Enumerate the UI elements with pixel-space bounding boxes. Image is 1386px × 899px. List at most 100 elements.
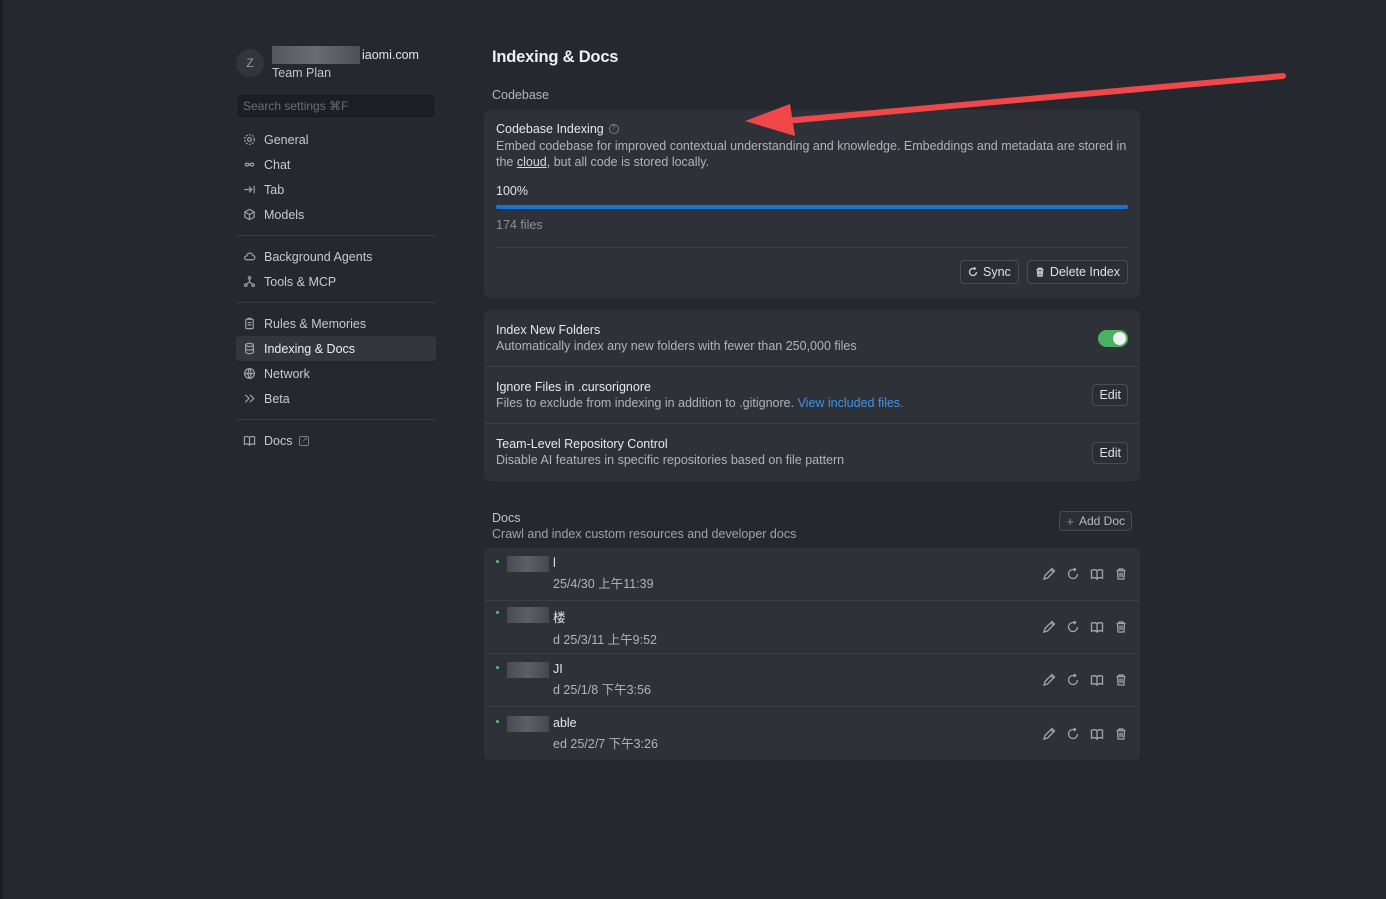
book-icon[interactable]: [1090, 620, 1104, 634]
index-new-folders-toggle[interactable]: [1098, 329, 1128, 347]
refresh-icon: [968, 267, 978, 277]
edit-pencil-icon[interactable]: [1042, 567, 1056, 581]
status-dot-icon: [496, 610, 499, 614]
setting-title: Team-Level Repository Control: [496, 437, 668, 451]
trash-icon[interactable]: [1114, 673, 1128, 687]
setting-desc: Files to exclude from indexing in additi…: [496, 395, 904, 411]
setting-title: Index New Folders: [496, 322, 601, 337]
sidebar-item-general[interactable]: General: [236, 127, 436, 152]
doc-item[interactable]: 楼 d 25/3/11 上午9:52: [484, 601, 1140, 654]
sidebar-item-label: Beta: [264, 391, 290, 406]
trash-icon[interactable]: [1114, 620, 1128, 634]
account-email: iaomi.com: [272, 46, 419, 64]
sync-button[interactable]: Sync: [960, 260, 1019, 284]
doc-name: l: [553, 556, 556, 570]
doc-name: 楼: [553, 610, 566, 625]
setting-ignore-files: Ignore Files in .cursorignore Files to e…: [484, 367, 1140, 424]
sidebar-item-tab[interactable]: Tab: [236, 177, 436, 202]
index-percent: 100%: [496, 184, 528, 198]
sidebar-item-background-agents[interactable]: Background Agents: [236, 244, 436, 269]
cloud-link[interactable]: cloud: [517, 155, 547, 169]
sidebar-item-rules-memories[interactable]: Rules & Memories: [236, 311, 436, 336]
add-doc-button[interactable]: + Add Doc: [1059, 511, 1132, 531]
sidebar-item-beta[interactable]: Beta: [236, 386, 436, 411]
cube-icon: [244, 208, 255, 221]
book-icon[interactable]: [1090, 567, 1104, 581]
globe-icon: [243, 367, 256, 380]
docs-title: Docs: [492, 511, 521, 525]
status-dot-icon: [496, 719, 499, 723]
refresh-icon[interactable]: [1066, 620, 1080, 634]
doc-date: ed 25/2/7 下午3:26: [553, 736, 658, 751]
sidebar-item-indexing-docs[interactable]: Indexing & Docs: [236, 336, 436, 361]
codebase-indexing-card: Codebase Indexing ? Embed codebase for i…: [484, 110, 1140, 298]
sidebar-item-label: Background Agents: [264, 249, 373, 264]
profile: Z iaomi.com Team Plan: [236, 40, 436, 86]
sidebar-item-network[interactable]: Network: [236, 361, 436, 386]
view-included-files-link[interactable]: View included files.: [798, 396, 904, 410]
doc-name: JI: [553, 662, 563, 676]
docs-header: Docs Crawl and index custom resources an…: [484, 511, 1140, 541]
book-icon[interactable]: [1090, 727, 1104, 741]
refresh-icon[interactable]: [1066, 673, 1080, 687]
refresh-icon[interactable]: [1066, 727, 1080, 741]
codebase-indexing-title-text: Codebase Indexing: [496, 122, 604, 136]
plus-icon: +: [1066, 513, 1074, 529]
sync-button-label: Sync: [983, 265, 1011, 279]
indexed-files-count: 174 files: [496, 218, 543, 232]
delete-index-label: Delete Index: [1049, 265, 1120, 279]
gear-icon: [244, 134, 255, 145]
edit-pencil-icon[interactable]: [1042, 673, 1056, 687]
setting-desc: Disable AI features in specific reposito…: [496, 453, 845, 467]
nav-group-context: Rules & Memories Indexing & Docs Network…: [236, 303, 436, 420]
nav-group-docs: Docs ↗: [236, 420, 436, 461]
sidebar-item-label: Indexing & Docs: [264, 341, 356, 356]
tab-arrow-icon: [244, 185, 255, 194]
setting-desc: Automatically index any new folders with…: [496, 338, 857, 353]
sidebar-item-tools-mcp[interactable]: Tools & MCP: [236, 269, 436, 294]
delete-index-button[interactable]: Delete Index: [1026, 260, 1128, 284]
sidebar-item-docs[interactable]: Docs ↗: [236, 428, 436, 453]
docs-subtitle: Crawl and index custom resources and dev…: [492, 527, 797, 541]
plan-label: Team Plan: [272, 66, 332, 80]
redacted-block: [507, 606, 549, 623]
sidebar-item-label: General: [264, 132, 309, 147]
sidebar-item-label: Chat: [264, 157, 291, 172]
setting-team-repo-control: Team-Level Repository Control Disable AI…: [484, 424, 1140, 481]
book-icon: [243, 435, 256, 447]
indexing-settings-card: Index New Folders Automatically index an…: [484, 310, 1140, 481]
search-settings-input[interactable]: [236, 93, 436, 119]
index-progress-fill: [496, 205, 1128, 209]
doc-item[interactable]: able ed 25/2/7 下午3:26: [484, 707, 1140, 760]
sidebar-item-label: Rules & Memories: [264, 316, 367, 331]
doc-item[interactable]: JI d 25/1/8 下午3:56: [484, 654, 1140, 707]
divider: [496, 247, 1128, 248]
cloud-icon: [243, 252, 256, 261]
edit-pencil-icon[interactable]: [1042, 727, 1056, 741]
docs-list-card: l 25/4/30 上午11:39 楼 d 25/3/11 上午9:52 JI …: [484, 548, 1140, 760]
sidebar-item-models[interactable]: Models: [236, 202, 436, 227]
nav-group-core: General Chat Tab Models: [236, 119, 436, 236]
codebase-indexing-desc: Embed codebase for improved contextual u…: [496, 138, 1128, 170]
redacted-block: [507, 556, 549, 572]
edit-pencil-icon[interactable]: [1042, 620, 1056, 634]
status-dot-icon: [496, 666, 499, 669]
doc-item[interactable]: l 25/4/30 上午11:39: [484, 548, 1140, 601]
edit-repo-control-button[interactable]: Edit: [1092, 441, 1128, 464]
trash-icon[interactable]: [1114, 567, 1128, 581]
help-icon[interactable]: ?: [608, 124, 619, 134]
doc-name: able: [553, 715, 577, 730]
trash-icon[interactable]: [1114, 727, 1128, 741]
sidebar-item-chat[interactable]: Chat: [236, 152, 436, 177]
doc-date: d 25/1/8 下午3:56: [553, 683, 651, 697]
refresh-icon[interactable]: [1066, 567, 1080, 581]
book-icon[interactable]: [1090, 673, 1104, 687]
settings-main: Indexing & Docs Codebase Codebase Indexi…: [484, 40, 1140, 760]
account-email-text: iaomi.com: [362, 48, 419, 62]
page-title: Indexing & Docs: [492, 48, 619, 66]
clipboard-icon: [245, 317, 254, 330]
desc-text: , but all code is stored locally.: [546, 155, 710, 169]
nav-group-agents: Background Agents Tools & MCP: [236, 236, 436, 303]
edit-cursorignore-button[interactable]: Edit: [1092, 384, 1128, 406]
infinity-icon: [244, 162, 255, 167]
